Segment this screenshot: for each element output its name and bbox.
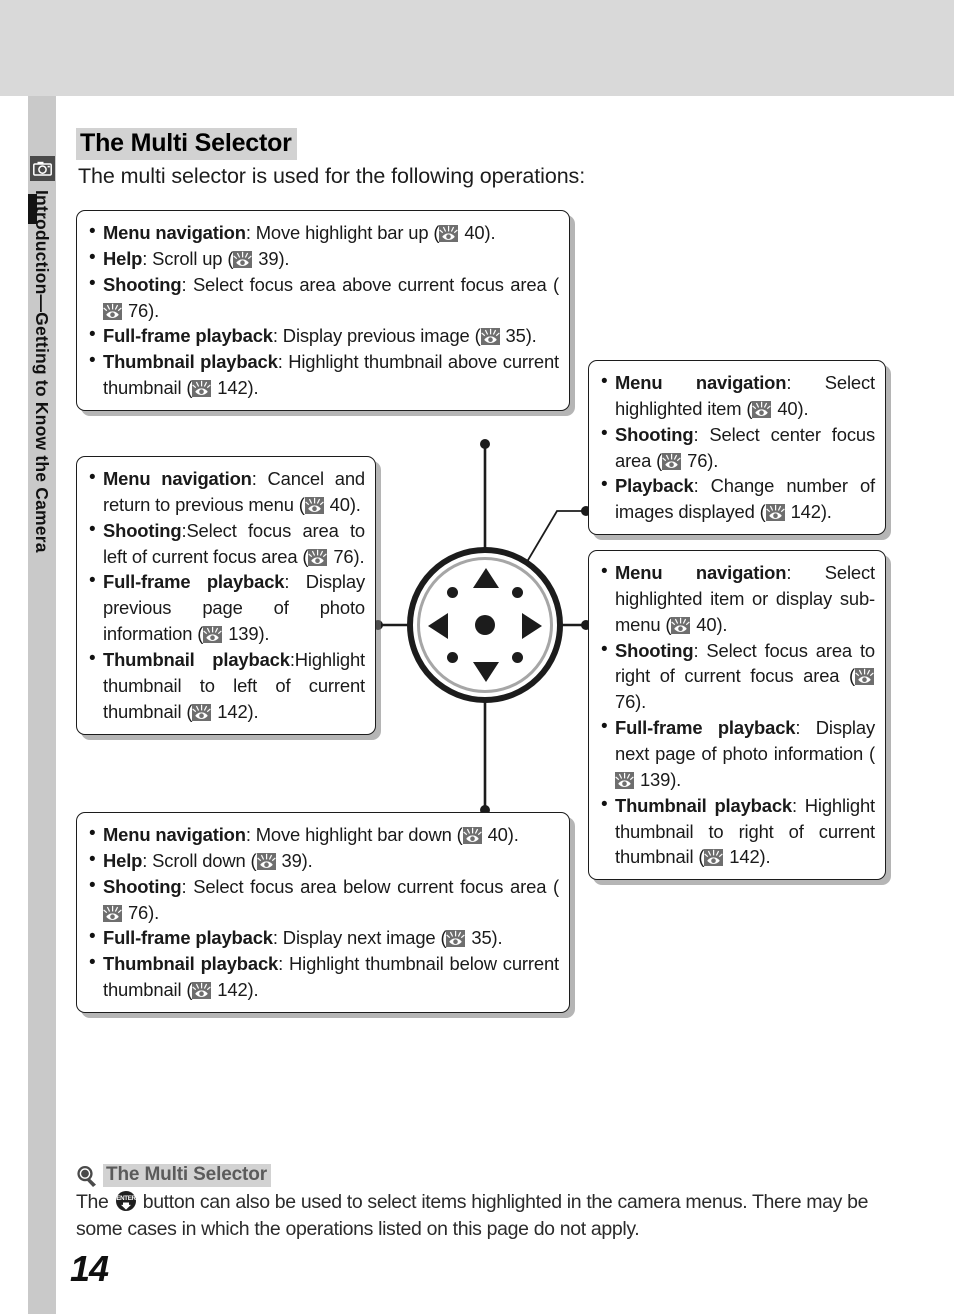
triangle-down-icon [473, 662, 499, 682]
eye-reference-icon [480, 328, 500, 346]
eye-reference-icon [308, 548, 328, 566]
callout-list-item: Menu navigation: Select highlighted item… [601, 369, 875, 422]
camera-icon [30, 156, 55, 181]
dial-dot-bottom-right [512, 652, 523, 663]
callout-list-item: Menu navigation: Move highlight bar up (… [89, 219, 559, 246]
callout-item-term: Full-frame playback [615, 717, 796, 739]
callout-item-term: Help [103, 849, 143, 871]
eye-reference-icon [256, 852, 276, 870]
eye-reference-icon [233, 250, 253, 268]
callout-list-item: Full-frame playback: Display next page o… [601, 714, 875, 793]
multi-selector-down-callout: Menu navigation: Move highlight bar down… [76, 812, 570, 1014]
dial-dot-top-left [447, 587, 458, 598]
callout-list-item: Shooting: Select center focus area ( 76)… [601, 421, 875, 474]
eye-reference-icon [192, 982, 212, 1000]
eye-reference-icon [446, 930, 466, 948]
callout-list-item: Thumbnail playback: Highlight thumbnail … [601, 792, 875, 871]
callout-item-term: Shooting [103, 519, 182, 541]
sidebar-chapter-label: Introduction—Getting to Know the Camera [28, 190, 56, 660]
note-text-after: button can also be used to select items … [76, 1191, 869, 1240]
multi-selector-center-callout: Menu navigation: Select highlighted item… [588, 360, 886, 536]
eye-reference-icon [752, 400, 772, 418]
note-title: The Multi Selector [103, 1164, 271, 1187]
page-intro-text: The multi selector is used for the follo… [78, 164, 586, 188]
note-heading: The Multi Selector [76, 1164, 906, 1187]
triangle-left-icon [428, 613, 448, 639]
dial-center-button [475, 615, 495, 635]
callout-list-item: Menu navigation: Move highlight bar down… [89, 821, 559, 848]
eye-reference-icon [704, 849, 724, 867]
callout-list-item: Full-frame playback: Display next image … [89, 924, 559, 951]
eye-reference-icon [615, 771, 634, 789]
callout-item-term: Shooting [615, 423, 694, 445]
page-top-band [0, 0, 954, 96]
note-block: The Multi Selector The ENTER button can … [76, 1164, 906, 1243]
triangle-right-icon [522, 613, 542, 639]
multi-selector-left-callout: Menu navigation: Cancel and return to pr… [76, 456, 376, 735]
callout-item-term: Menu navigation [103, 222, 246, 243]
callout-item-term: Thumbnail playback [103, 351, 278, 373]
callout-item-term: Thumbnail playback [103, 649, 290, 671]
callout-item-term: Full-frame playback [103, 571, 285, 593]
callout-item-term: Full-frame playback [103, 927, 273, 949]
callout-item-term: Shooting [103, 273, 182, 295]
callout-list-item: Playback: Change number of images displa… [601, 472, 875, 525]
callout-list-item: Menu navigation: Select highlighted item… [601, 559, 875, 638]
dial-dot-bottom-left [447, 652, 458, 663]
callout-item-term: Shooting [103, 875, 182, 897]
multi-selector-dial [400, 540, 570, 710]
eye-reference-icon [103, 302, 122, 320]
callout-list-item: Menu navigation: Cancel and return to pr… [89, 465, 365, 518]
eye-reference-icon [671, 616, 691, 634]
eye-reference-icon [192, 703, 212, 721]
sidebar-chapter-label-text: Introduction—Getting to Know the Camera [32, 190, 52, 553]
multi-selector-right-callout: Menu navigation: Select highlighted item… [588, 550, 886, 881]
dial-dot-top-right [512, 587, 523, 598]
callout-list-item: Help: Scroll up ( 39). [89, 245, 559, 272]
multi-selector-up-callout: Menu navigation: Move highlight bar up (… [76, 210, 570, 412]
callout-item-term: Menu navigation [103, 468, 252, 489]
callout-item-term: Full-frame playback [103, 325, 273, 347]
callout-list-item: Thumbnail playback: Highlight thumbnail … [89, 348, 559, 401]
callout-item-term: Help [103, 247, 143, 269]
note-body: The ENTER button can also be used to sel… [76, 1189, 906, 1243]
callout-item-term: Menu navigation [615, 372, 787, 393]
note-text-before: The [76, 1191, 114, 1213]
callout-item-term: Menu navigation [615, 562, 787, 583]
callout-list-item: Shooting: Select focus area below curren… [89, 873, 559, 926]
eye-reference-icon [765, 504, 785, 522]
page-number: 14 [70, 1248, 109, 1289]
callout-list-item: Help: Scroll down ( 39). [89, 847, 559, 874]
callout-list-item: Full-frame playback: Display previous im… [89, 322, 559, 349]
eye-reference-icon [103, 904, 122, 922]
eye-reference-icon [192, 380, 212, 398]
enter-button-icon: ENTER [115, 1190, 137, 1212]
callout-item-term: Shooting [615, 639, 694, 661]
eye-reference-icon [203, 626, 223, 644]
callout-list-item: Thumbnail playback: Highlight thumbnail … [89, 950, 559, 1003]
callout-list-item: Thumbnail playback:Highlight thumbnail t… [89, 646, 365, 725]
callout-list-item: Full-frame playback: Display previous pa… [89, 568, 365, 647]
callout-list-item: Shooting:Select focus area to left of cu… [89, 517, 365, 570]
callout-item-term: Thumbnail playback [615, 794, 792, 816]
page-title: The Multi Selector [76, 128, 297, 160]
eye-reference-icon [462, 827, 482, 844]
callout-list-item: Shooting: Select focus area to right of … [601, 637, 875, 716]
triangle-up-icon [473, 568, 499, 588]
magnifier-icon [76, 1165, 98, 1187]
callout-item-term: Menu navigation [103, 824, 246, 845]
callout-item-term: Thumbnail playback [103, 953, 279, 975]
eye-reference-icon [304, 496, 324, 514]
eye-reference-icon [662, 452, 682, 470]
svg-text:ENTER: ENTER [116, 1195, 136, 1202]
eye-reference-icon [855, 668, 874, 686]
callout-item-term: Playback [615, 475, 694, 497]
eye-reference-icon [439, 225, 459, 242]
callout-list-item: Shooting: Select focus area above curren… [89, 271, 559, 324]
